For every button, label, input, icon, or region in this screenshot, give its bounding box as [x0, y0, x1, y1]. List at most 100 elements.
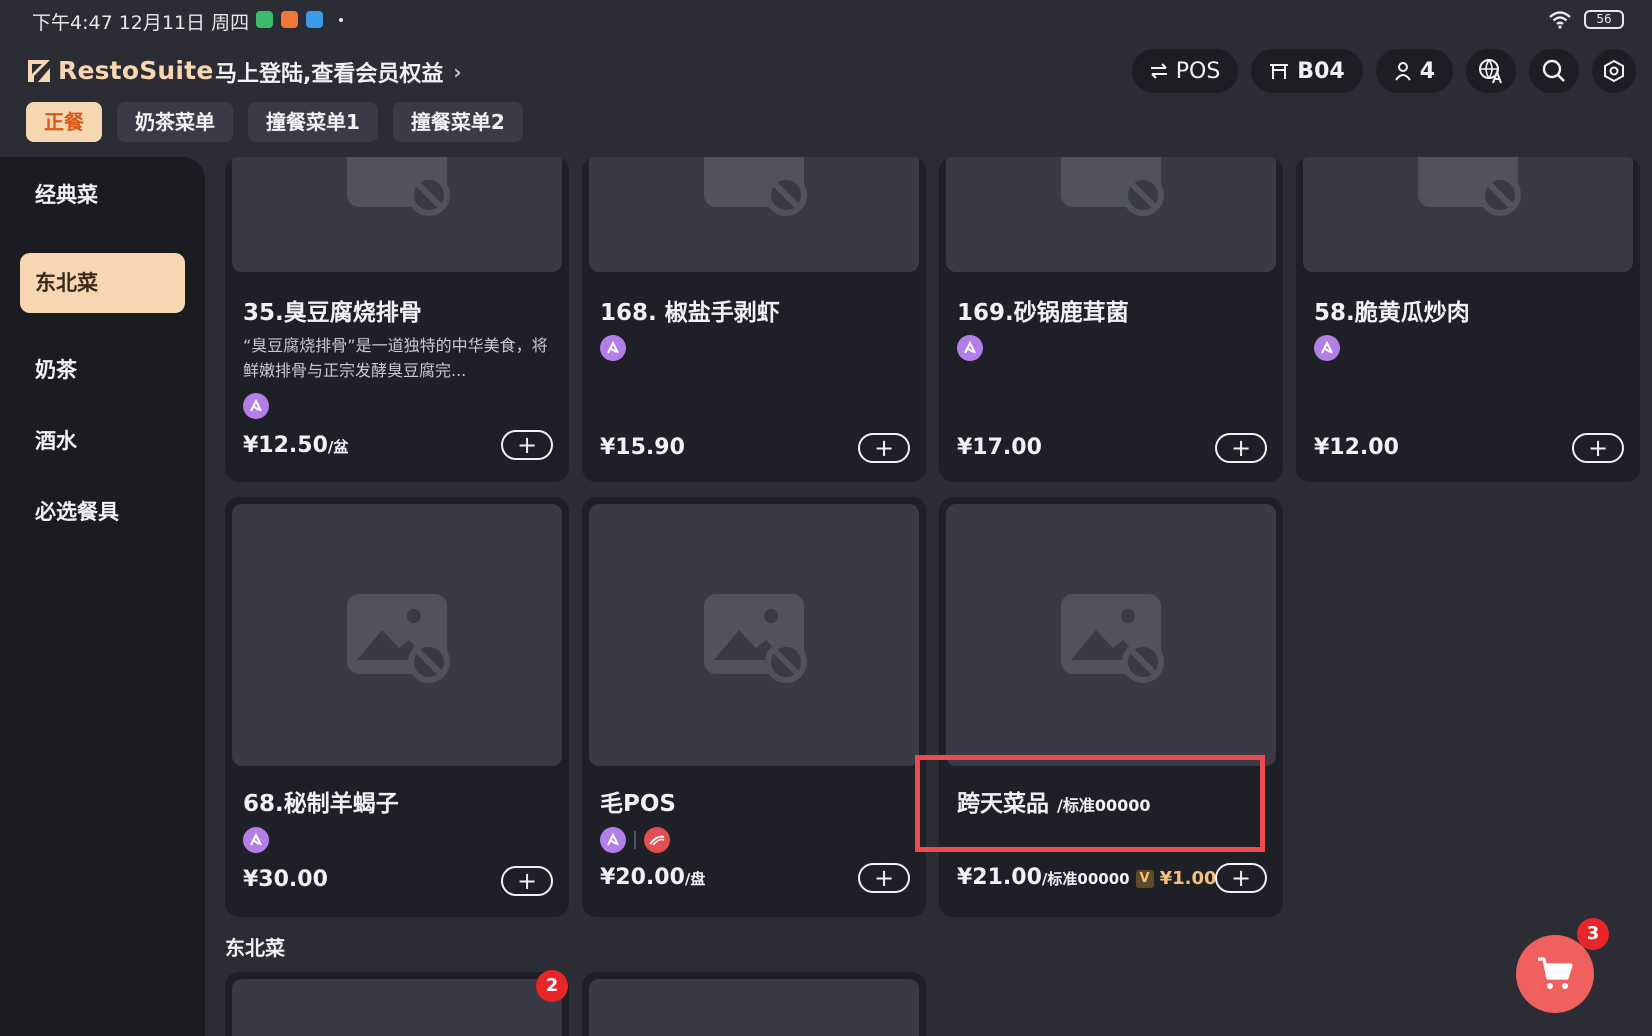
dish-card[interactable]: 35.臭豆腐烧排骨 “臭豆腐烧排骨”是一道独特的中华美食，将鲜嫩排骨与正宗发酵臭… [225, 157, 569, 482]
no-image-icon [347, 594, 450, 683]
spicy-tag-icon [243, 827, 269, 853]
plus-icon: + [1230, 864, 1252, 892]
no-image-icon [1418, 157, 1521, 216]
dish-card[interactable]: 跨天菜品/标准00000 ¥21.00/标准00000 V ¥1.00 + [939, 497, 1283, 917]
table-icon [1270, 64, 1289, 79]
plus-icon: + [1587, 434, 1609, 462]
category-tableware[interactable]: 必选餐具 [20, 482, 185, 542]
battery-indicator: 56 [1584, 10, 1624, 29]
section-title: 东北菜 [225, 936, 285, 960]
table-button[interactable]: B04 [1251, 49, 1363, 93]
upload-app-icon [306, 11, 323, 28]
dish-image-placeholder [946, 157, 1276, 272]
person-icon [1394, 62, 1411, 81]
header-actions: POS B04 4 [1131, 49, 1636, 93]
search-button[interactable] [1529, 49, 1579, 93]
login-prompt-text: 马上登陆,查看会员权益 [215, 62, 444, 87]
status-bar: 下午4:47 12月11日 周四 56 [0, 0, 1652, 40]
spicy-tag-icon [957, 335, 983, 361]
guest-count: 4 [1419, 58, 1435, 84]
price-value: ¥15.90 [600, 435, 685, 460]
dish-tags [600, 335, 626, 361]
shopping-cart-icon [1538, 957, 1573, 989]
settings-button[interactable] [1592, 49, 1636, 93]
dish-image-placeholder [232, 157, 562, 272]
dish-image-placeholder [946, 504, 1276, 766]
add-to-cart-button[interactable]: + [1572, 433, 1624, 463]
dish-tags [243, 827, 269, 853]
dish-name: 毛POS [600, 791, 676, 817]
add-to-cart-button[interactable]: + [1215, 863, 1267, 893]
dish-tags [243, 393, 269, 419]
dish-card[interactable]: 58.脆黄瓜炒肉 ¥12.00 + [1296, 157, 1640, 482]
annotation-highlight-box [915, 755, 1265, 852]
cart-quantity-badge: 2 [536, 970, 568, 1002]
dish-card[interactable]: 68.秘制羊蝎子 ¥30.00 + [225, 497, 569, 917]
no-image-icon [1061, 157, 1164, 216]
guest-count-button[interactable]: 4 [1375, 49, 1453, 93]
dish-price: ¥12.00 [1314, 435, 1399, 460]
add-to-cart-button[interactable]: + [858, 433, 910, 463]
category-classic[interactable]: 经典菜 [20, 165, 185, 225]
dish-price: ¥30.00 [243, 867, 328, 892]
table-number: B04 [1297, 58, 1345, 84]
category-northeast[interactable]: 东北菜 [20, 253, 185, 313]
dish-name: 168. 椒盐手剥虾 [600, 300, 780, 326]
category-sidebar: 经典菜 东北菜 奶茶 酒水 必选餐具 [0, 157, 205, 1036]
menu-tabs: 正餐 奶茶菜单 撞餐菜单1 撞餐菜单2 [26, 102, 523, 142]
status-time: 下午4:47 12月11日 周四 [32, 12, 250, 34]
dish-card[interactable]: 169.砂锅鹿茸菌 ¥17.00 + [939, 157, 1283, 482]
dish-price: ¥17.00 [957, 435, 1042, 460]
dish-card[interactable]: 毛POS ¥20.00/盘 + [582, 497, 926, 917]
dish-image-placeholder [1303, 157, 1633, 272]
add-to-cart-button[interactable]: + [501, 866, 553, 896]
dish-name: 35.臭豆腐烧排骨 [243, 300, 422, 326]
plus-icon: + [873, 864, 895, 892]
dish-image-placeholder [232, 979, 562, 1036]
dish-image-placeholder [589, 157, 919, 272]
dish-price: ¥21.00/标准00000 V ¥1.00 [957, 865, 1217, 890]
price-unit: /盘 [684, 870, 706, 888]
swap-icon [1150, 63, 1167, 79]
pos-label: POS [1175, 58, 1221, 84]
dish-card[interactable] [225, 972, 569, 1036]
app-header: RestoSuite 马上登陆,查看会员权益 › POS B04 4 [0, 46, 1652, 96]
dish-image-placeholder [589, 979, 919, 1036]
price-unit: /盆 [327, 438, 349, 456]
dish-card[interactable]: 168. 椒盐手剥虾 ¥15.90 + [582, 157, 926, 482]
more-dot-icon [339, 17, 343, 22]
language-button[interactable] [1466, 49, 1516, 93]
member-login-link[interactable]: 马上登陆,查看会员权益 › [215, 56, 462, 88]
add-to-cart-button[interactable]: + [501, 430, 553, 460]
plus-icon: + [516, 431, 538, 459]
add-to-cart-button[interactable]: + [1215, 433, 1267, 463]
menu-tab-main[interactable]: 正餐 [26, 102, 102, 142]
spicy-tag-icon [243, 393, 269, 419]
dish-card[interactable] [582, 972, 926, 1036]
status-notification-icons [256, 11, 343, 28]
dish-price: ¥12.50/盆 [243, 433, 348, 458]
no-image-icon [704, 594, 807, 683]
menu-tab-milk-tea[interactable]: 奶茶菜单 [117, 102, 233, 142]
menu-tab-combo-1[interactable]: 撞餐菜单1 [248, 102, 378, 142]
translate-globe-icon [1479, 59, 1502, 84]
category-drinks[interactable]: 酒水 [20, 411, 185, 471]
chili-tag-icon [644, 827, 670, 853]
add-to-cart-button[interactable]: + [858, 863, 910, 893]
dish-name: 58.脆黄瓜炒肉 [1314, 300, 1470, 326]
dish-image-placeholder [589, 504, 919, 766]
dish-tags [1314, 335, 1340, 361]
wifi-icon [1549, 10, 1571, 29]
shield-app-icon [256, 11, 273, 28]
search-icon [1542, 59, 1565, 82]
vip-badge: V [1135, 870, 1154, 888]
spicy-tag-icon [600, 827, 626, 853]
dish-tags [600, 827, 670, 853]
category-milk-tea[interactable]: 奶茶 [20, 340, 185, 400]
switch-pos-button[interactable]: POS [1131, 49, 1239, 93]
no-image-icon [347, 157, 450, 216]
menu-tab-combo-2[interactable]: 撞餐菜单2 [392, 102, 523, 142]
vip-price: ¥1.00 [1159, 868, 1217, 889]
dish-description: “臭豆腐烧排骨”是一道独特的中华美食，将鲜嫩排骨与正宗发酵臭豆腐完... [243, 336, 548, 380]
settings-hexagon-icon [1604, 59, 1624, 83]
